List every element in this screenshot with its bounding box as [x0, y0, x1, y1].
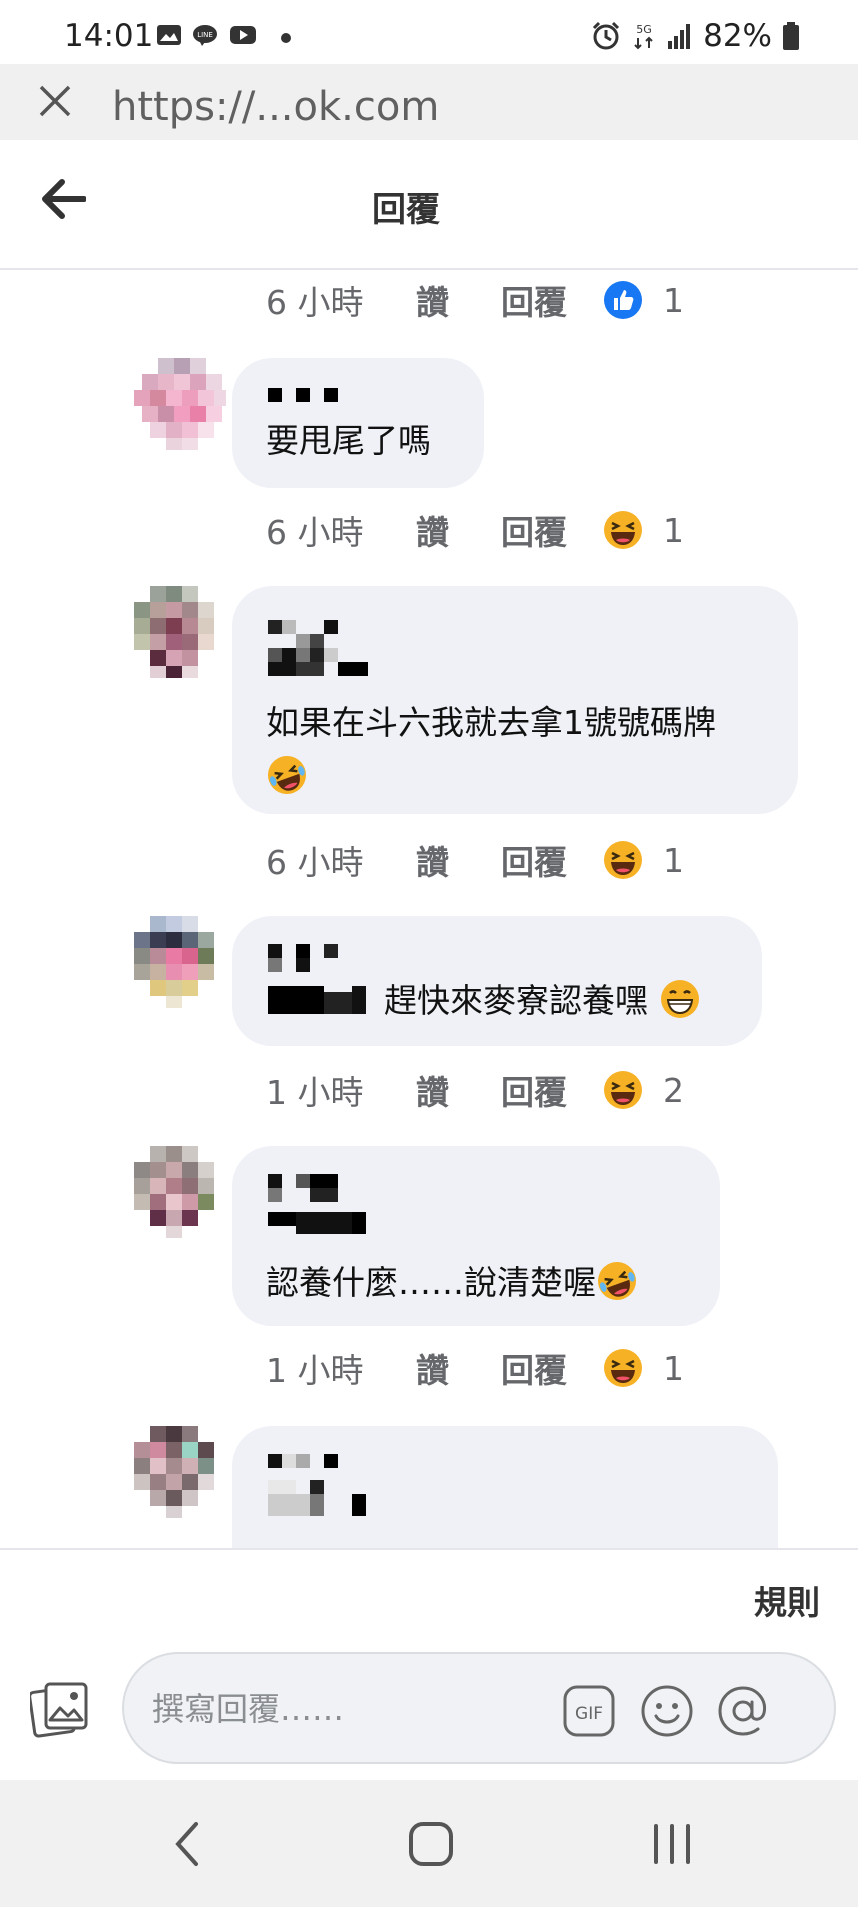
- like-button[interactable]: 讚: [416, 506, 501, 554]
- rofl-emoji-icon: [598, 1262, 636, 1300]
- like-button[interactable]: 讚: [416, 1344, 501, 1392]
- mention-icon[interactable]: [716, 1684, 770, 1738]
- comment-feed[interactable]: 6 小時 讚 回覆 1 要甩尾了嗎 6 小時 讚 回覆 1 如果在斗六我就去拿1…: [0, 272, 858, 1550]
- like-button[interactable]: 讚: [416, 276, 501, 324]
- comment-actions-row: 6 小時 讚 回覆 1: [266, 272, 684, 328]
- comment-actions-row: 6 小時 讚 回覆 1: [266, 832, 684, 888]
- avatar[interactable]: [134, 1146, 226, 1238]
- reply-button[interactable]: 回覆: [501, 836, 603, 884]
- rofl-emoji-icon: [268, 756, 306, 794]
- url-text[interactable]: https://...ok.com: [112, 84, 439, 130]
- avatar[interactable]: [134, 358, 226, 450]
- like-reaction-icon[interactable]: [603, 280, 643, 320]
- comment-actions-row: 1 小時 讚 回覆 2: [266, 1062, 684, 1118]
- reply-composer-area: 規則 GIF: [0, 1548, 858, 1778]
- emoji-icon[interactable]: [640, 1684, 694, 1738]
- avatar[interactable]: [134, 1426, 226, 1518]
- page-title: 回覆: [372, 190, 440, 230]
- comment-bubble[interactable]: [232, 1426, 778, 1550]
- svg-text:LINE: LINE: [197, 31, 213, 39]
- haha-reaction-icon[interactable]: [603, 1070, 643, 1110]
- status-bar: 14:01 LINE 5G 82%: [0, 0, 858, 64]
- reply-button[interactable]: 回覆: [501, 1344, 603, 1392]
- pixelated-name: [268, 1174, 366, 1234]
- nav-back-icon[interactable]: [172, 1820, 202, 1868]
- reaction-count[interactable]: 2: [663, 1071, 684, 1110]
- comment-time[interactable]: 1 小時: [266, 1066, 416, 1114]
- svg-text:GIF: GIF: [575, 1704, 603, 1724]
- comment-text: 認養什麼……說清楚喔: [266, 1263, 596, 1302]
- pixelated-name: [268, 620, 368, 676]
- page-header: 回覆: [0, 140, 858, 270]
- nav-home-icon[interactable]: [408, 1820, 454, 1868]
- comment-bubble[interactable]: 如果在斗六我就去拿1號號碼牌: [232, 586, 798, 814]
- reply-button[interactable]: 回覆: [501, 276, 603, 324]
- gallery-icon: [157, 25, 181, 45]
- comment-bubble[interactable]: 趕快來麥寮認養嘿: [232, 916, 762, 1046]
- comment-time[interactable]: 6 小時: [266, 836, 416, 884]
- comment-text: 要甩尾了嗎: [266, 421, 431, 460]
- line-app-icon: LINE: [193, 25, 217, 46]
- reaction-count[interactable]: 1: [663, 281, 684, 320]
- nav-recents-icon[interactable]: [650, 1820, 694, 1868]
- haha-reaction-icon[interactable]: [603, 1348, 643, 1388]
- comment-actions-row: 1 小時 讚 回覆 1: [266, 1340, 684, 1396]
- system-nav-bar: [0, 1780, 858, 1907]
- network-5g-icon: 5G: [634, 23, 653, 50]
- reaction-count[interactable]: 1: [663, 1349, 684, 1388]
- rules-link[interactable]: 規則: [754, 1576, 820, 1624]
- pixelated-name: [268, 388, 338, 402]
- battery-percent: 82%: [703, 18, 772, 54]
- photo-attach-icon[interactable]: [30, 1680, 90, 1738]
- comment-text: 趕快來麥寮認養嘿: [384, 981, 648, 1020]
- haha-reaction-icon[interactable]: [603, 840, 643, 880]
- reply-input[interactable]: [152, 1682, 552, 1736]
- notification-dot: [281, 33, 291, 43]
- comment-bubble[interactable]: 要甩尾了嗎: [232, 358, 484, 488]
- reply-composer: GIF: [122, 1652, 836, 1764]
- svg-text:5G: 5G: [636, 23, 652, 36]
- reply-button[interactable]: 回覆: [501, 506, 603, 554]
- comment-time[interactable]: 1 小時: [266, 1344, 416, 1392]
- comment-time[interactable]: 6 小時: [266, 276, 416, 324]
- comment-bubble[interactable]: 認養什麼……說清楚喔: [232, 1146, 720, 1326]
- comment-time[interactable]: 6 小時: [266, 506, 416, 554]
- comment-text: 如果在斗六我就去拿1號號碼牌: [266, 703, 716, 742]
- comment-actions-row: 6 小時 讚 回覆 1: [266, 502, 684, 558]
- gif-icon[interactable]: GIF: [562, 1684, 616, 1738]
- status-time: 14:01: [64, 18, 154, 54]
- reply-button[interactable]: 回覆: [501, 1066, 603, 1114]
- signal-icon: [668, 24, 691, 49]
- alarm-icon: [593, 21, 620, 50]
- grinning-sweat-emoji-icon: [660, 980, 699, 1018]
- close-icon[interactable]: [38, 84, 72, 118]
- reaction-count[interactable]: 1: [663, 841, 684, 880]
- browser-url-bar: https://...ok.com: [0, 64, 858, 140]
- pixelated-name: [268, 1454, 366, 1516]
- youtube-icon: [230, 26, 256, 44]
- avatar[interactable]: [134, 916, 226, 1008]
- reaction-count[interactable]: 1: [663, 511, 684, 550]
- pixelated-name: [268, 944, 366, 1014]
- like-button[interactable]: 讚: [416, 1066, 501, 1114]
- like-button[interactable]: 讚: [416, 836, 501, 884]
- battery-icon: [783, 22, 799, 50]
- avatar[interactable]: [134, 586, 226, 678]
- haha-reaction-icon[interactable]: [603, 510, 643, 550]
